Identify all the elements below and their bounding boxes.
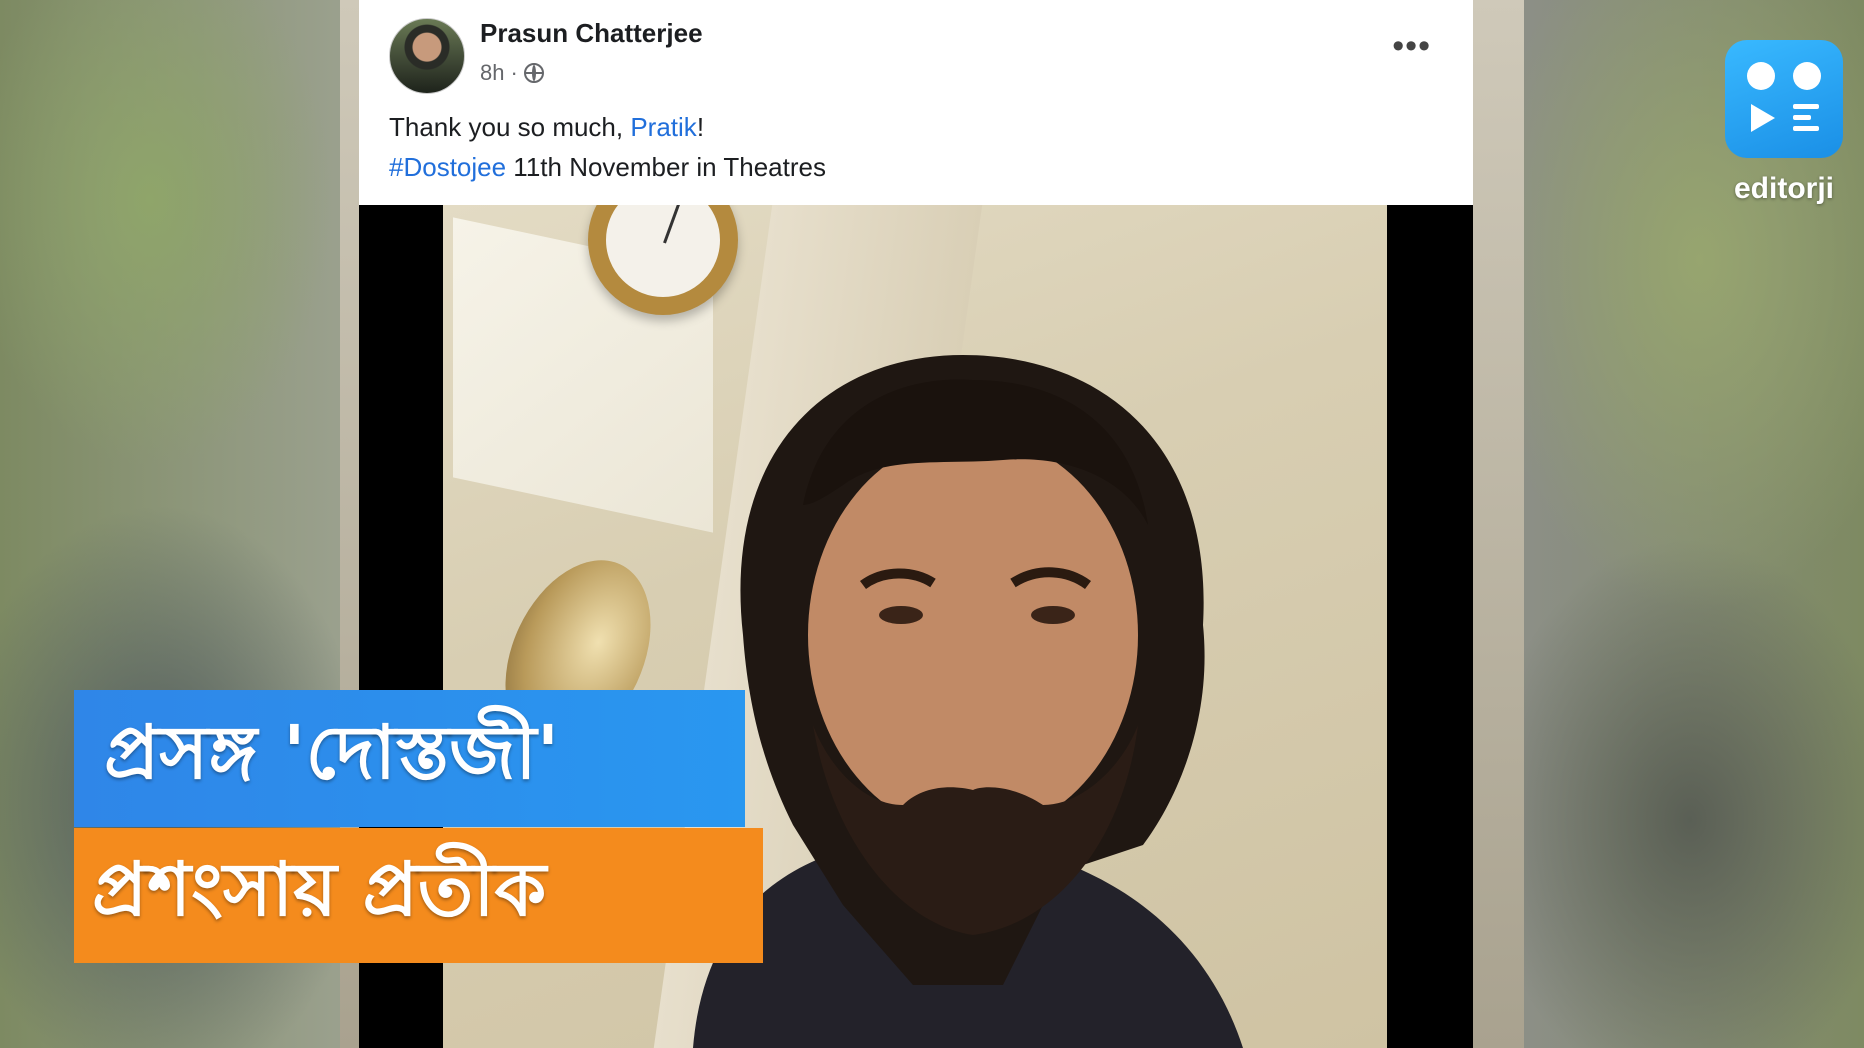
logo-dot-right [1793,62,1821,90]
hashtag-link[interactable]: #Dostojee [389,152,506,182]
logo-dot-left [1747,62,1775,90]
post-text-line-2: #Dostojee 11th November in Theatres [389,147,826,187]
globe-icon[interactable] [523,63,544,83]
title-banner-line-1: প্রসঙ্গ 'দোস্তজী' [74,690,745,827]
editorji-logo-icon [1725,40,1843,158]
author-name[interactable]: Prasun Chatterjee [480,18,703,49]
meta-separator: · [510,60,518,85]
brand-name: editorji [1733,172,1834,205]
author-avatar[interactable] [389,18,465,94]
more-options-icon[interactable]: ••• [1392,29,1431,63]
text-release: 11th November in Theatres [506,152,826,182]
logo-lines-icon [1793,104,1819,137]
title-banner-line-2: প্রশংসায় প্রতীক [74,828,763,963]
text-exclamation: ! [696,112,705,142]
post-time[interactable]: 8h [480,60,504,86]
post-header: Prasun Chatterjee 8h · ••• Thank you so … [359,0,1473,205]
mention-link[interactable]: Pratik [630,112,696,142]
post-text: Thank you so much, Pratik! #Dostojee 11t… [389,107,826,187]
text-thanks: Thank you so much, [389,112,631,142]
logo-play-icon [1751,104,1775,132]
post-text-line-1: Thank you so much, Pratik! [389,107,826,147]
post-meta: 8h · [480,60,544,86]
